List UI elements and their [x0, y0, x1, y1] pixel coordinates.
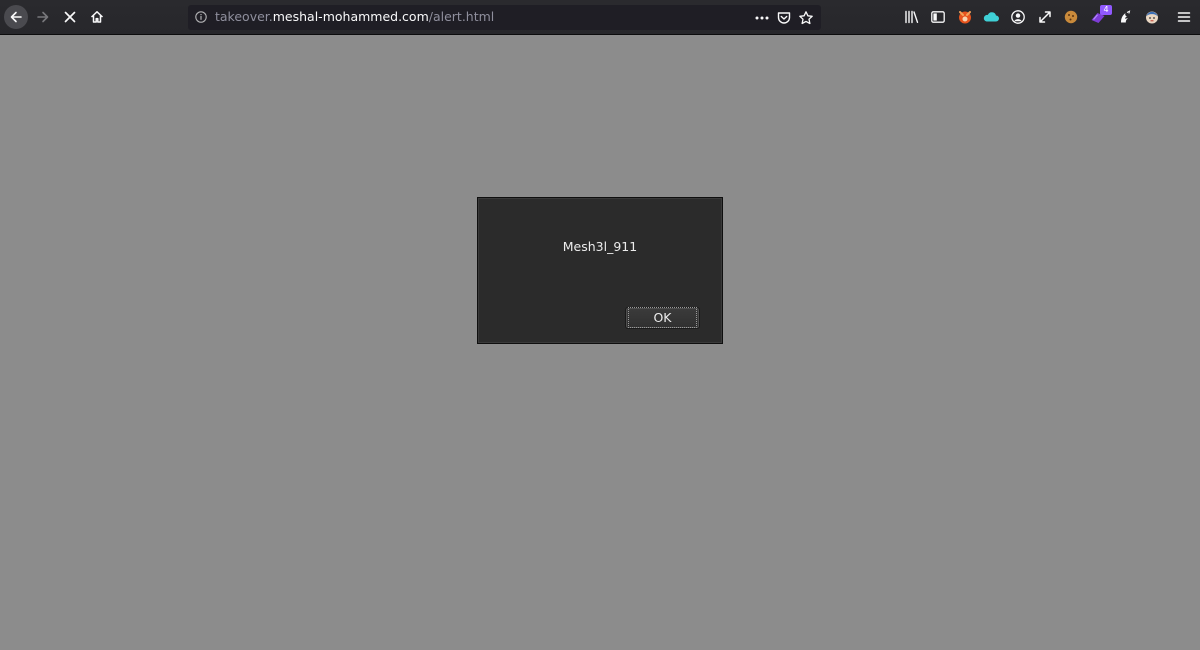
pocket-icon[interactable] [773, 8, 795, 27]
home-button[interactable] [85, 5, 109, 29]
alert-dialog: Mesh3l_911 OK [477, 197, 723, 344]
close-icon [64, 11, 76, 23]
menu-icon[interactable] [1175, 8, 1193, 26]
home-icon [90, 11, 104, 23]
cookie-extension-icon[interactable] [1062, 8, 1080, 26]
site-info-icon[interactable] [195, 11, 207, 23]
forward-button[interactable] [31, 5, 55, 29]
address-bar[interactable]: takeover.meshal-mohammed.com/alert.html [188, 5, 821, 30]
cloud-extension-icon[interactable] [982, 8, 1000, 26]
back-arrow-icon [10, 11, 22, 23]
ok-button-label: OK [628, 307, 697, 328]
browser-toolbar: takeover.meshal-mohammed.com/alert.html [0, 0, 1200, 35]
url-text[interactable]: takeover.meshal-mohammed.com/alert.html [215, 9, 494, 24]
url-subdomain: takeover. [215, 9, 273, 24]
url-host: meshal-mohammed.com [272, 9, 429, 24]
url-path: /alert.html [428, 9, 495, 24]
more-actions-icon[interactable] [751, 8, 773, 27]
url-actions [751, 8, 817, 27]
bookmark-star-icon[interactable] [795, 8, 817, 27]
ninja-extension-icon[interactable] [1116, 8, 1134, 26]
purple-extension-icon[interactable]: 4 [1089, 5, 1112, 26]
resize-extension-icon[interactable] [1036, 8, 1054, 26]
alert-message: Mesh3l_911 [562, 239, 638, 254]
account-icon[interactable] [1009, 8, 1027, 26]
back-button[interactable] [4, 5, 28, 29]
extension-badge: 4 [1100, 5, 1112, 15]
forward-arrow-icon [37, 11, 49, 23]
library-icon[interactable] [903, 8, 921, 26]
avatar-extension-icon[interactable] [1143, 8, 1161, 26]
stop-loading-button[interactable] [58, 5, 82, 29]
ok-button[interactable]: OK [625, 307, 700, 329]
fox-extension-icon[interactable] [956, 8, 974, 26]
sidebar-icon[interactable] [929, 8, 947, 26]
